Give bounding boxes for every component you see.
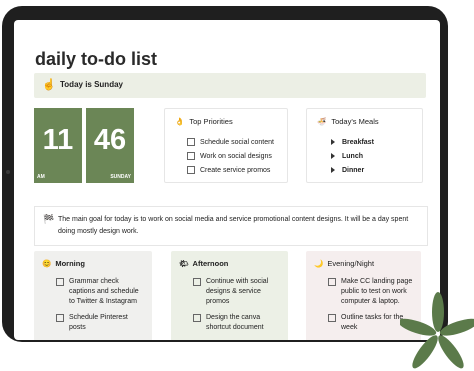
clock-minute: 46 [93,124,127,156]
checkbox[interactable] [187,166,195,174]
priorities-list: Schedule social content Work on social d… [187,135,274,177]
thumbs-up-icon: 👌 [175,117,185,126]
morning-item[interactable]: Grammar check captions and schedule to T… [56,277,146,307]
morning-item[interactable]: Schedule Pinterest posts [56,313,146,333]
checkbox[interactable] [328,278,336,286]
sun-face-icon: 😊 [42,259,52,268]
today-callout: ☝ Today is Sunday [34,73,426,98]
clock-hour-card: 11 AM [34,108,82,183]
clock-minute-card: 46 SUNDAY [86,108,134,183]
leaf-decoration-icon [400,292,474,369]
camera-dot [6,170,10,174]
checkbox[interactable] [193,314,201,322]
page-title: daily to-do list [35,49,158,69]
meals-header: 🍜 Today's Meals [317,117,379,126]
goal-callout: 🏁 The main goal for today is to work on … [34,206,428,246]
priorities-title: Top Priorities [189,117,233,126]
priority-item[interactable]: Create service promos [187,163,274,177]
sun-icon: 🌤 [179,259,189,268]
meal-toggle[interactable]: Dinner [331,163,374,177]
meal-toggle[interactable]: Lunch [331,149,374,163]
clock-hour: 11 [42,124,74,156]
priorities-card: 👌 Top Priorities Schedule social content… [164,108,288,183]
priority-item[interactable]: Work on social designs [187,149,274,163]
checkbox[interactable] [187,152,195,160]
toggle-arrow-icon[interactable] [331,153,335,159]
priorities-header: 👌 Top Priorities [175,117,233,126]
afternoon-header: 🌤 Afternoon [179,259,229,268]
pointing-finger-icon: ☝ [42,79,56,91]
clock-day: SUNDAY [110,174,131,180]
afternoon-list: Continue with social designs & service p… [193,277,282,339]
evening-header: 🌙 Evening/Night [314,259,375,268]
notion-page: daily to-do list ☝ Today is Sunday 11 AM… [14,20,440,340]
flip-clock-widget: 11 AM 46 SUNDAY [34,108,134,183]
bowl-icon: 🍜 [317,117,327,126]
checkbox[interactable] [56,314,64,322]
morning-column: 😊 Morning Grammar check captions and sch… [34,251,152,340]
priority-item[interactable]: Schedule social content [187,135,274,149]
moon-icon: 🌙 [314,259,324,268]
afternoon-column: 🌤 Afternoon Continue with social designs… [171,251,288,340]
tablet-frame: daily to-do list ☝ Today is Sunday 11 AM… [2,6,448,342]
checkbox[interactable] [193,278,201,286]
meal-toggle[interactable]: Breakfast [331,135,374,149]
meals-list: Breakfast Lunch Dinner [331,135,374,177]
today-text: Today is Sunday [60,80,123,89]
morning-list: Grammar check captions and schedule to T… [56,277,146,339]
toggle-arrow-icon[interactable] [331,139,335,145]
checkbox[interactable] [328,314,336,322]
toggle-arrow-icon[interactable] [331,167,335,173]
checkbox[interactable] [187,138,195,146]
checkbox[interactable] [56,278,64,286]
clock-ampm: AM [37,174,45,180]
meals-title: Today's Meals [331,117,379,126]
afternoon-item[interactable]: Design the canva shortcut document [193,313,282,333]
flag-icon: 🏁 [43,214,55,224]
meals-card: 🍜 Today's Meals Breakfast Lunch Dinner [306,108,423,183]
afternoon-item[interactable]: Continue with social designs & service p… [193,277,282,307]
morning-header: 😊 Morning [42,259,85,268]
goal-text: The main goal for today is to work on so… [58,216,409,235]
